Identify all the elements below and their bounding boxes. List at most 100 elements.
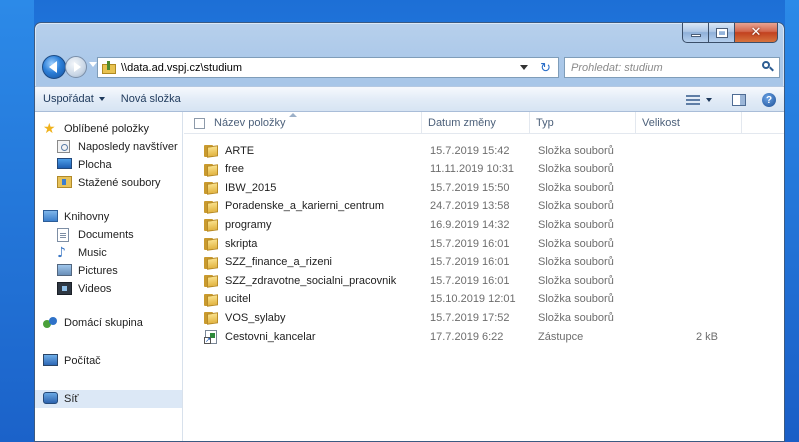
file-type: Složka souborů	[538, 181, 614, 194]
folder-icon	[204, 200, 218, 214]
file-name-cell: ↗ Cestovni_kancelar	[204, 327, 316, 346]
content-area: ★ Oblíbené položky Naposledy navštíver P…	[35, 112, 784, 441]
file-name: ucitel	[225, 293, 251, 306]
file-name: Poradenske_a_karierni_centrum	[225, 200, 384, 213]
table-row[interactable]: Poradenske_a_karierni_centrum 24.7.2019 1…	[204, 197, 724, 216]
column-header: Název položky Datum změny Typ Velikost	[184, 112, 784, 134]
music-note-icon: ♪	[57, 245, 66, 261]
file-type: Složka souborů	[538, 163, 614, 176]
sidebar-item-favorites[interactable]: ★ Oblíbené položky	[35, 120, 149, 138]
forward-button[interactable]	[65, 56, 87, 78]
table-row[interactable]: ucitel 15.10.2019 12:01 Složka souborů	[204, 290, 724, 309]
new-folder-button[interactable]: Nová složka	[113, 88, 189, 110]
sidebar-item-videos[interactable]: Videos	[35, 280, 111, 298]
file-type: Složka souborů	[538, 218, 614, 231]
close-button[interactable]: ✕	[735, 23, 778, 43]
table-row[interactable]: VOS_sylaby 15.7.2019 17:52 Složka souborů	[204, 308, 724, 327]
date-modified: 17.7.2019 6:22	[430, 330, 504, 343]
folder-icon	[204, 311, 218, 326]
date-modified: 15.10.2019 12:01	[430, 293, 516, 306]
computer-icon	[43, 354, 59, 368]
search-placeholder: Prohledat: studium	[571, 61, 663, 74]
file-name: SZZ_finance_a_rizeni	[225, 256, 333, 269]
refresh-icon[interactable]: ↻	[540, 61, 551, 76]
file-name-cell: ARTE	[204, 141, 254, 160]
file-name-cell: Poradenske_a_karierni_centrum	[204, 197, 384, 216]
table-row[interactable]: skripta 15.7.2019 16:01 Složka souborů	[204, 234, 724, 253]
new-folder-label: Nová složka	[120, 93, 181, 105]
desktop-icon	[57, 158, 73, 172]
network-icon	[43, 392, 59, 406]
date-modified: 15.7.2019 15:42	[430, 144, 510, 157]
sidebar-item-music[interactable]: ♪ Music	[35, 244, 107, 262]
sidebar-item-computer[interactable]: Počítač	[35, 352, 101, 370]
table-row[interactable]: IBW_2015 15.7.2019 15:50 Složka souborů	[204, 178, 724, 197]
file-name: Cestovni_kancelar	[225, 330, 316, 343]
folder-icon	[204, 144, 218, 158]
back-button[interactable]	[42, 55, 66, 79]
maximize-icon	[715, 27, 728, 38]
sidebar-item-downloads[interactable]: Stažené soubory	[35, 174, 161, 192]
column-date[interactable]: Datum změny	[422, 112, 530, 134]
column-type[interactable]: Typ	[530, 112, 636, 134]
command-bar: Uspořádat Nová složka ?	[35, 86, 784, 112]
search-input[interactable]: Prohledat: studium	[564, 57, 780, 78]
history-dropdown-icon[interactable]	[89, 62, 97, 67]
pictures-icon	[57, 264, 73, 278]
file-size	[678, 290, 718, 309]
view-dropdown-icon[interactable]	[706, 98, 712, 102]
file-size	[678, 234, 718, 253]
sidebar-item-documents[interactable]: Documents	[35, 226, 134, 244]
column-name[interactable]: Název položky	[184, 112, 422, 134]
table-row[interactable]: SZZ_zdravotne_socialni_pracovnik 15.7.201…	[204, 271, 724, 290]
table-row[interactable]: ↗ Cestovni_kancelar 17.7.2019 6:22 Zástupce…	[204, 327, 724, 346]
address-dropdown-icon[interactable]	[520, 65, 528, 70]
file-name-cell: programy	[204, 215, 271, 234]
date-modified: 15.7.2019 17:52	[430, 311, 510, 324]
close-icon: ✕	[750, 25, 762, 40]
file-size	[678, 271, 718, 290]
sidebar-item-network[interactable]: Síť	[35, 390, 182, 408]
change-view-icon[interactable]	[686, 95, 700, 105]
sidebar-item-label: Síť	[64, 393, 79, 405]
date-modified: 24.7.2019 13:58	[430, 200, 510, 213]
table-row[interactable]: ARTE 15.7.2019 15:42 Složka souborů	[204, 141, 724, 160]
file-list: Název položky Datum změny Typ Velikost A…	[184, 112, 784, 441]
address-bar[interactable]: \\data.ad.vspj.cz\studium ↻	[97, 57, 559, 78]
column-type-label: Typ	[536, 117, 554, 129]
documents-icon	[57, 228, 73, 242]
table-row[interactable]: free 11.11.2019 10:31 Složka souborů	[204, 160, 724, 179]
file-name: SZZ_zdravotne_socialni_pracovnik	[225, 274, 397, 287]
file-type: Složka souborů	[538, 256, 614, 269]
downloads-folder-icon	[57, 176, 73, 190]
preview-pane-icon[interactable]	[732, 94, 746, 106]
sidebar-item-homegroup[interactable]: Domácí skupina	[35, 314, 143, 332]
help-icon[interactable]: ?	[762, 93, 776, 107]
folder-icon	[204, 293, 218, 307]
maximize-button[interactable]	[709, 23, 735, 43]
sidebar-item-label: Plocha	[78, 159, 112, 171]
sidebar-item-desktop[interactable]: Plocha	[35, 156, 112, 174]
minimize-button[interactable]	[682, 23, 709, 43]
file-name: VOS_sylaby	[225, 311, 286, 324]
column-size[interactable]: Velikost	[636, 112, 742, 134]
column-size-label: Velikost	[642, 117, 680, 129]
sidebar-item-label: Knihovny	[64, 211, 110, 223]
date-modified: 16.9.2019 14:32	[430, 218, 510, 231]
sidebar-item-libraries[interactable]: Knihovny	[35, 208, 109, 226]
file-name-cell: SZZ_finance_a_rizeni	[204, 253, 332, 272]
file-name-cell: free	[204, 160, 244, 179]
date-modified: 15.7.2019 16:01	[430, 274, 510, 287]
organize-button[interactable]: Uspořádat	[35, 88, 113, 110]
sidebar-item-pictures[interactable]: Pictures	[35, 262, 118, 280]
search-icon[interactable]	[762, 61, 774, 72]
file-size	[678, 141, 718, 160]
sidebar-item-recent[interactable]: Naposledy navštíver	[35, 138, 178, 156]
select-all-checkbox[interactable]	[194, 117, 205, 129]
table-row[interactable]: programy 16.9.2019 14:32 Složka souborů	[204, 215, 724, 234]
folder-icon	[204, 163, 218, 177]
star-icon: ★	[43, 121, 56, 137]
table-row[interactable]: SZZ_finance_a_rizeni 15.7.2019 16:01 Složk…	[204, 253, 724, 272]
shortcut-icon: ↗	[204, 329, 218, 344]
file-name: IBW_2015	[225, 181, 277, 194]
